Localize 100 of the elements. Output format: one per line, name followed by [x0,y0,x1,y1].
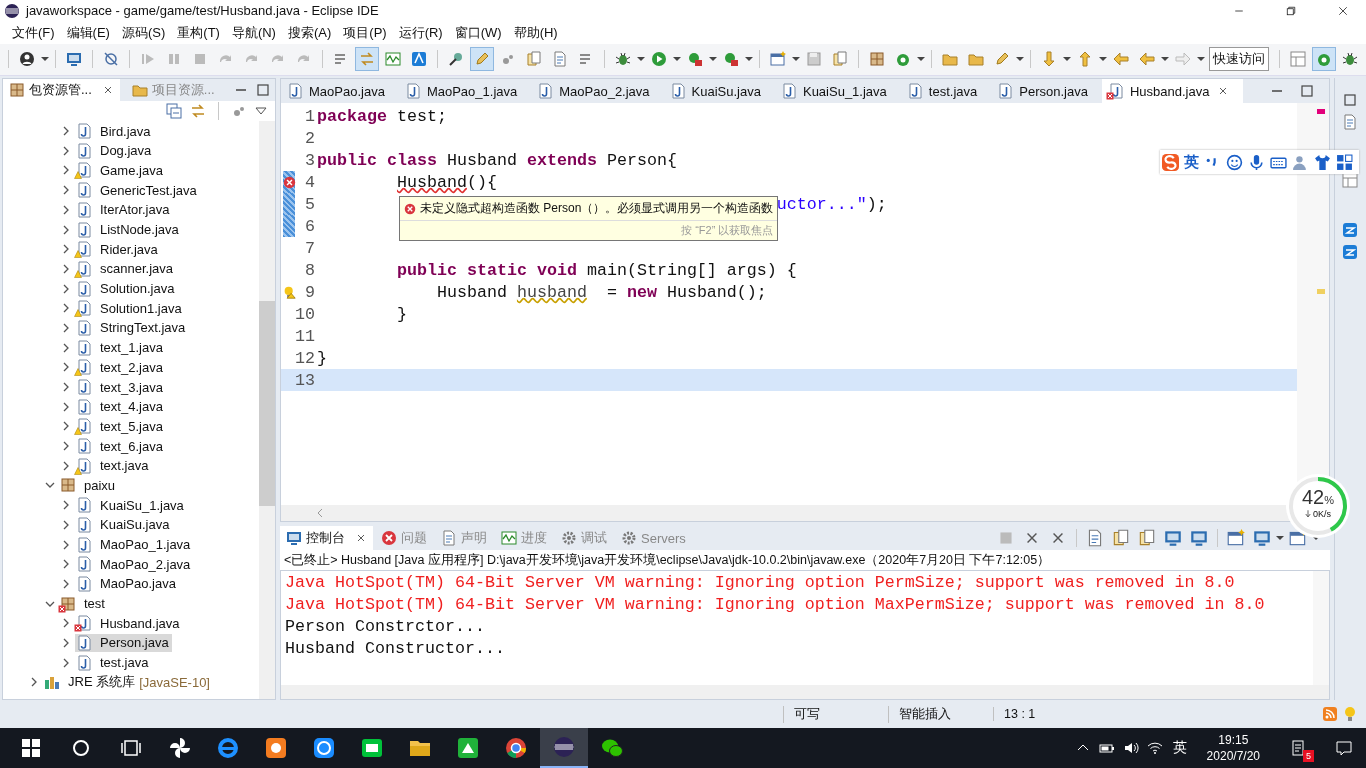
wifi-icon[interactable] [1146,740,1163,756]
maximize-icon[interactable] [1299,83,1315,100]
caret-icon[interactable] [1016,55,1024,64]
menu-item[interactable]: 重构(T) [171,23,226,42]
chevron-icon[interactable] [61,441,71,452]
java-perspective-icon[interactable] [1312,47,1336,72]
tree-item[interactable]: text_5.java [75,417,166,436]
chevron-icon[interactable] [61,382,71,393]
tree-item[interactable]: KuaiSu.java [75,515,173,534]
chevron-icon[interactable] [61,559,71,570]
windows-start-icon[interactable] [19,736,43,760]
shirt-icon[interactable] [1314,153,1331,171]
microphone-icon[interactable] [1248,153,1265,171]
swirl-icon[interactable] [1342,222,1358,239]
tree-item[interactable]: StringText.java [75,318,189,337]
chevron-icon[interactable] [61,637,71,648]
caret-icon[interactable] [709,55,717,64]
chevron-icon[interactable] [61,421,71,432]
editor-tab[interactable]: KuaiSu_1.java [774,79,901,104]
sync-arrows-icon[interactable] [190,103,206,120]
tree-item[interactable]: GenericTest.java [75,181,200,200]
tree-item[interactable]: IterAtor.java [75,200,173,219]
tree-item[interactable]: MaoPao_1.java [75,535,194,554]
tree-item[interactable]: Husband.java [75,614,183,633]
caret-icon[interactable] [1197,55,1205,64]
tree-item[interactable]: Person.java [75,633,172,652]
chevron-icon[interactable] [61,244,71,255]
tree-item[interactable]: scanner.java [75,259,176,278]
chevron-icon[interactable] [61,342,71,353]
menu-item[interactable]: 导航(N) [225,23,282,42]
editor-tab[interactable]: MaoPao_1.java [398,79,532,104]
chevron-icon[interactable] [61,322,71,333]
chevron-icon[interactable] [61,126,71,137]
chevron-icon[interactable] [61,401,71,412]
clock-date[interactable]: 2020/7/20 [1206,748,1260,764]
notes-icon[interactable] [1290,740,1306,756]
menu-item[interactable]: 编辑(E) [60,23,116,42]
input-language[interactable]: 英 [1172,739,1187,757]
tree-item[interactable]: test.java [75,653,152,672]
scrollbar[interactable] [1313,571,1329,686]
error-marker[interactable] [1317,109,1325,115]
swirl-icon[interactable] [1342,244,1358,261]
caret-icon[interactable] [637,55,645,64]
caret-icon[interactable] [917,55,925,64]
restore-icon[interactable] [1285,4,1297,17]
view-tab[interactable]: 控制台 [280,526,373,551]
chevron-icon[interactable] [61,460,71,471]
tree-item[interactable]: MaoPao_2.java [75,555,194,574]
tree-item[interactable]: Solution1.java [75,299,185,318]
editor-tab[interactable]: KuaiSu.java [663,79,775,104]
smiley-icon[interactable] [1226,153,1243,171]
menu-item[interactable]: 项目(P) [337,23,393,42]
chevron-icon[interactable] [61,539,71,550]
lightbulb-icon[interactable] [1342,706,1358,723]
restore-icon[interactable] [1342,92,1358,109]
chevron-icon[interactable] [29,677,39,688]
clock-time[interactable]: 19:15 [1218,732,1249,748]
caret-icon[interactable] [255,107,267,116]
chevron-icon[interactable] [61,185,71,196]
quick-access-field[interactable]: 快速访问 [1209,47,1269,72]
caret-icon[interactable] [673,55,681,64]
chevron-icon[interactable] [61,263,71,274]
close-icon[interactable] [1337,4,1349,17]
editor-tab[interactable]: Husband.java [1101,79,1244,104]
chevron-icon[interactable] [61,618,71,629]
tree-item[interactable]: Solution.java [75,279,178,298]
editor-tab[interactable]: MaoPao.java [281,79,399,104]
chevron-icon[interactable] [61,204,71,215]
ime-logo-icon[interactable] [1162,153,1179,171]
grid-icon[interactable] [1336,153,1353,171]
menu-item[interactable]: 文件(F) [6,23,61,42]
scrollbar[interactable] [281,685,1329,700]
chevron-icon[interactable] [61,578,71,589]
tree-item[interactable]: text_2.java [75,358,166,377]
tree-item[interactable]: paixu [59,476,119,495]
caret-icon[interactable] [1161,55,1169,64]
tree-item[interactable]: text_1.java [75,338,166,357]
menu-item[interactable]: 搜索(A) [281,23,338,42]
pencil-icon[interactable] [470,47,494,72]
menu-item[interactable]: 源码(S) [115,23,172,42]
tree-item[interactable]: Dog.java [75,141,155,160]
tree-item[interactable]: test [59,594,108,613]
maximize-icon[interactable] [254,82,271,99]
chevron-icon[interactable] [61,283,71,294]
user-icon[interactable] [1292,153,1309,171]
tree-item[interactable]: text_6.java [75,437,166,456]
chevron-icon[interactable] [61,224,71,235]
chevron-icon[interactable] [61,362,71,373]
view-tab[interactable]: 包资源管... [3,79,120,102]
chevron-icon[interactable] [61,500,71,511]
chevron-icon[interactable] [61,519,71,530]
tree-item[interactable]: text_3.java [75,378,166,397]
tree-item[interactable]: Rider.java [75,240,161,259]
caret-icon[interactable] [41,55,49,64]
tree-item[interactable]: Bird.java [75,122,154,141]
action-center-icon[interactable] [1336,740,1352,756]
caret-icon[interactable] [1099,55,1107,64]
menu-item[interactable]: 运行(R) [392,23,449,42]
chevron-icon[interactable] [61,145,71,156]
warning-marker[interactable] [1317,289,1325,295]
